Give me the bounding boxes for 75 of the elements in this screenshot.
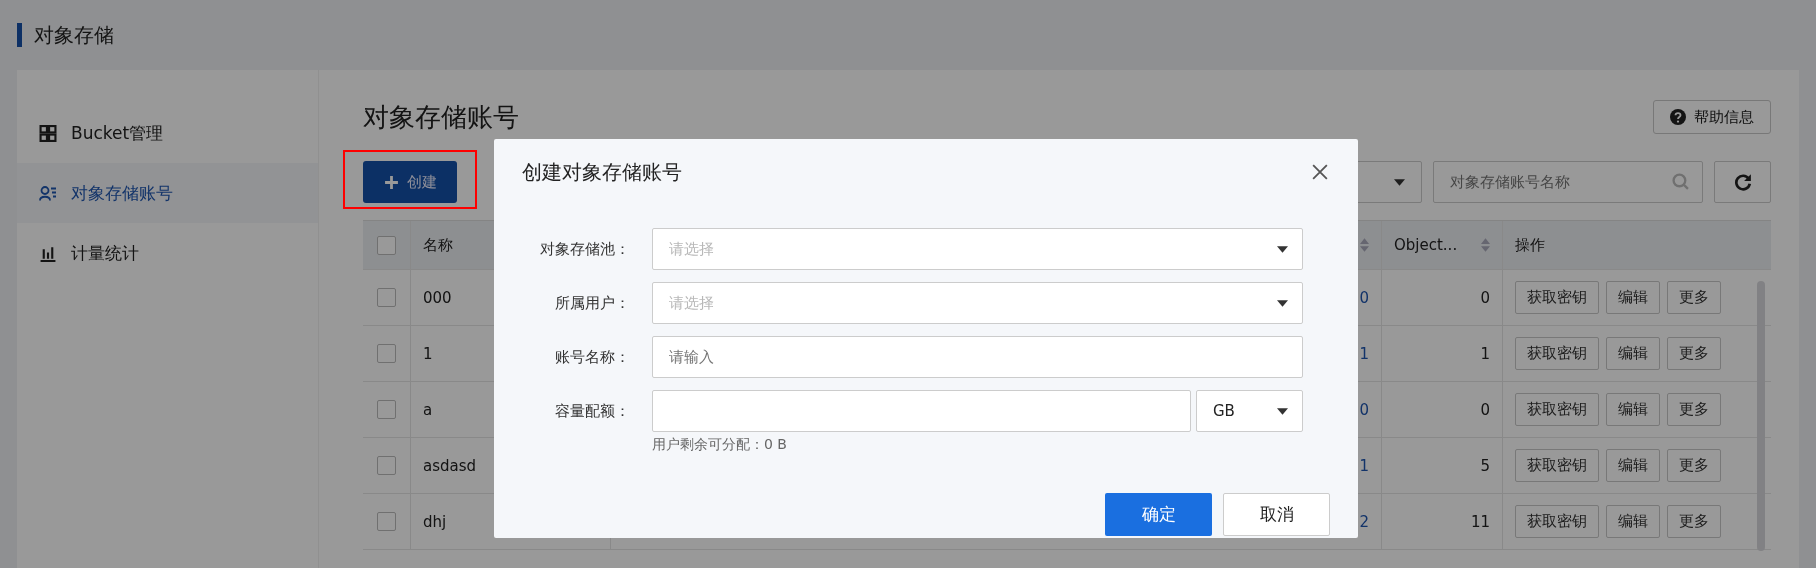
row-checkbox[interactable] [377, 288, 396, 307]
caret-icon [1394, 178, 1405, 186]
action-button[interactable]: 更多 [1667, 337, 1721, 370]
user-list-icon [39, 184, 57, 202]
action-button[interactable]: 编辑 [1606, 337, 1660, 370]
cancel-button[interactable]: 取消 [1223, 493, 1330, 536]
count-link[interactable]: 1 [1359, 456, 1369, 475]
column-header: Object... [1394, 236, 1458, 254]
search-icon [1672, 173, 1689, 190]
bar-chart-icon [39, 244, 57, 262]
caret-icon [1277, 299, 1288, 307]
count-link[interactable]: 0 [1359, 400, 1369, 419]
count-link[interactable]: 2 [1359, 512, 1369, 531]
action-button[interactable]: 编辑 [1606, 505, 1660, 538]
field-label: 对象存储池： [539, 239, 630, 260]
action-button[interactable]: 获取密钥 [1515, 281, 1599, 314]
title-accent-bar [17, 23, 22, 47]
sidebar-item[interactable]: 计量统计 [17, 223, 318, 283]
dialog-title: 创建对象存储账号 [522, 158, 682, 186]
table-cell: dhj [423, 512, 447, 531]
action-button[interactable]: 更多 [1667, 505, 1721, 538]
action-button[interactable]: 更多 [1667, 281, 1721, 314]
action-button[interactable]: 更多 [1667, 393, 1721, 426]
refresh-icon [1733, 173, 1752, 191]
sort-icon[interactable] [1481, 238, 1490, 252]
field-label: 所属用户： [554, 293, 630, 314]
scrollbar[interactable] [1757, 281, 1765, 551]
help-button[interactable]: 帮助信息 [1653, 100, 1771, 134]
field-label: 容量配额： [554, 401, 630, 422]
close-icon[interactable] [1312, 164, 1328, 180]
caret-icon [1277, 407, 1288, 415]
table-cell: 5 [1480, 456, 1490, 475]
column-header: 操作 [1515, 235, 1545, 255]
table-cell: a [423, 400, 433, 419]
input-field[interactable]: 请输入 [652, 336, 1303, 378]
table-cell: 0 [1480, 288, 1490, 307]
action-button[interactable]: 更多 [1667, 449, 1721, 482]
row-checkbox[interactable] [377, 400, 396, 419]
quota-hint: 用户剩余可分配：0 B [652, 436, 788, 454]
caret-icon [1277, 245, 1288, 253]
column-header: 名称 [423, 235, 453, 255]
row-checkbox[interactable] [377, 344, 396, 363]
table-cell: asdasd [423, 456, 477, 475]
row-checkbox[interactable] [377, 456, 396, 475]
help-icon [1670, 109, 1686, 125]
sort-icon[interactable] [1360, 238, 1369, 252]
app-title: 对象存储 [34, 21, 114, 49]
table-cell: 1 [1480, 344, 1490, 363]
page-title: 对象存储账号 [363, 100, 519, 134]
refresh-button[interactable] [1714, 161, 1771, 203]
action-button[interactable]: 获取密钥 [1515, 449, 1599, 482]
sidebar-item[interactable]: 对象存储账号 [17, 163, 318, 223]
plus-icon [383, 174, 399, 190]
table-cell: 1 [423, 344, 433, 363]
search-field[interactable]: 对象存储账号名称 [1433, 161, 1703, 203]
action-button[interactable]: 获取密钥 [1515, 505, 1599, 538]
quota-input[interactable] [652, 390, 1191, 432]
count-link[interactable]: 0 [1359, 288, 1369, 307]
action-button[interactable]: 编辑 [1606, 281, 1660, 314]
grid-icon [39, 124, 57, 142]
action-button[interactable]: 编辑 [1606, 393, 1660, 426]
create-button[interactable]: 创建 [363, 161, 457, 203]
select-all-checkbox[interactable] [377, 235, 396, 255]
unit-select[interactable]: GB [1196, 390, 1303, 432]
action-button[interactable]: 编辑 [1606, 449, 1660, 482]
field-label: 账号名称： [554, 347, 630, 368]
table-cell: 0 [1480, 400, 1490, 419]
table-cell: 000 [423, 288, 452, 307]
confirm-button[interactable]: 确定 [1105, 493, 1212, 536]
sidebar-item[interactable]: Bucket管理 [17, 103, 318, 163]
table-cell: 11 [1470, 512, 1490, 531]
action-button[interactable]: 获取密钥 [1515, 337, 1599, 370]
count-link[interactable]: 1 [1359, 344, 1369, 363]
action-button[interactable]: 获取密钥 [1515, 393, 1599, 426]
row-checkbox[interactable] [377, 512, 396, 531]
